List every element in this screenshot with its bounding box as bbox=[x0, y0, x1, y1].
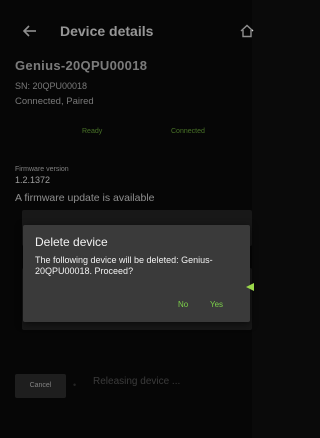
dialog-message: The following device will be deleted: Ge… bbox=[35, 255, 213, 276]
dialog-title: Delete device bbox=[35, 235, 108, 249]
modal-scrim bbox=[0, 0, 252, 438]
delete-device-dialog: Delete device The following device will … bbox=[23, 225, 250, 322]
yes-button[interactable]: Yes bbox=[210, 300, 223, 309]
pointer-arrow-icon bbox=[244, 279, 254, 291]
no-button[interactable]: No bbox=[178, 300, 188, 309]
